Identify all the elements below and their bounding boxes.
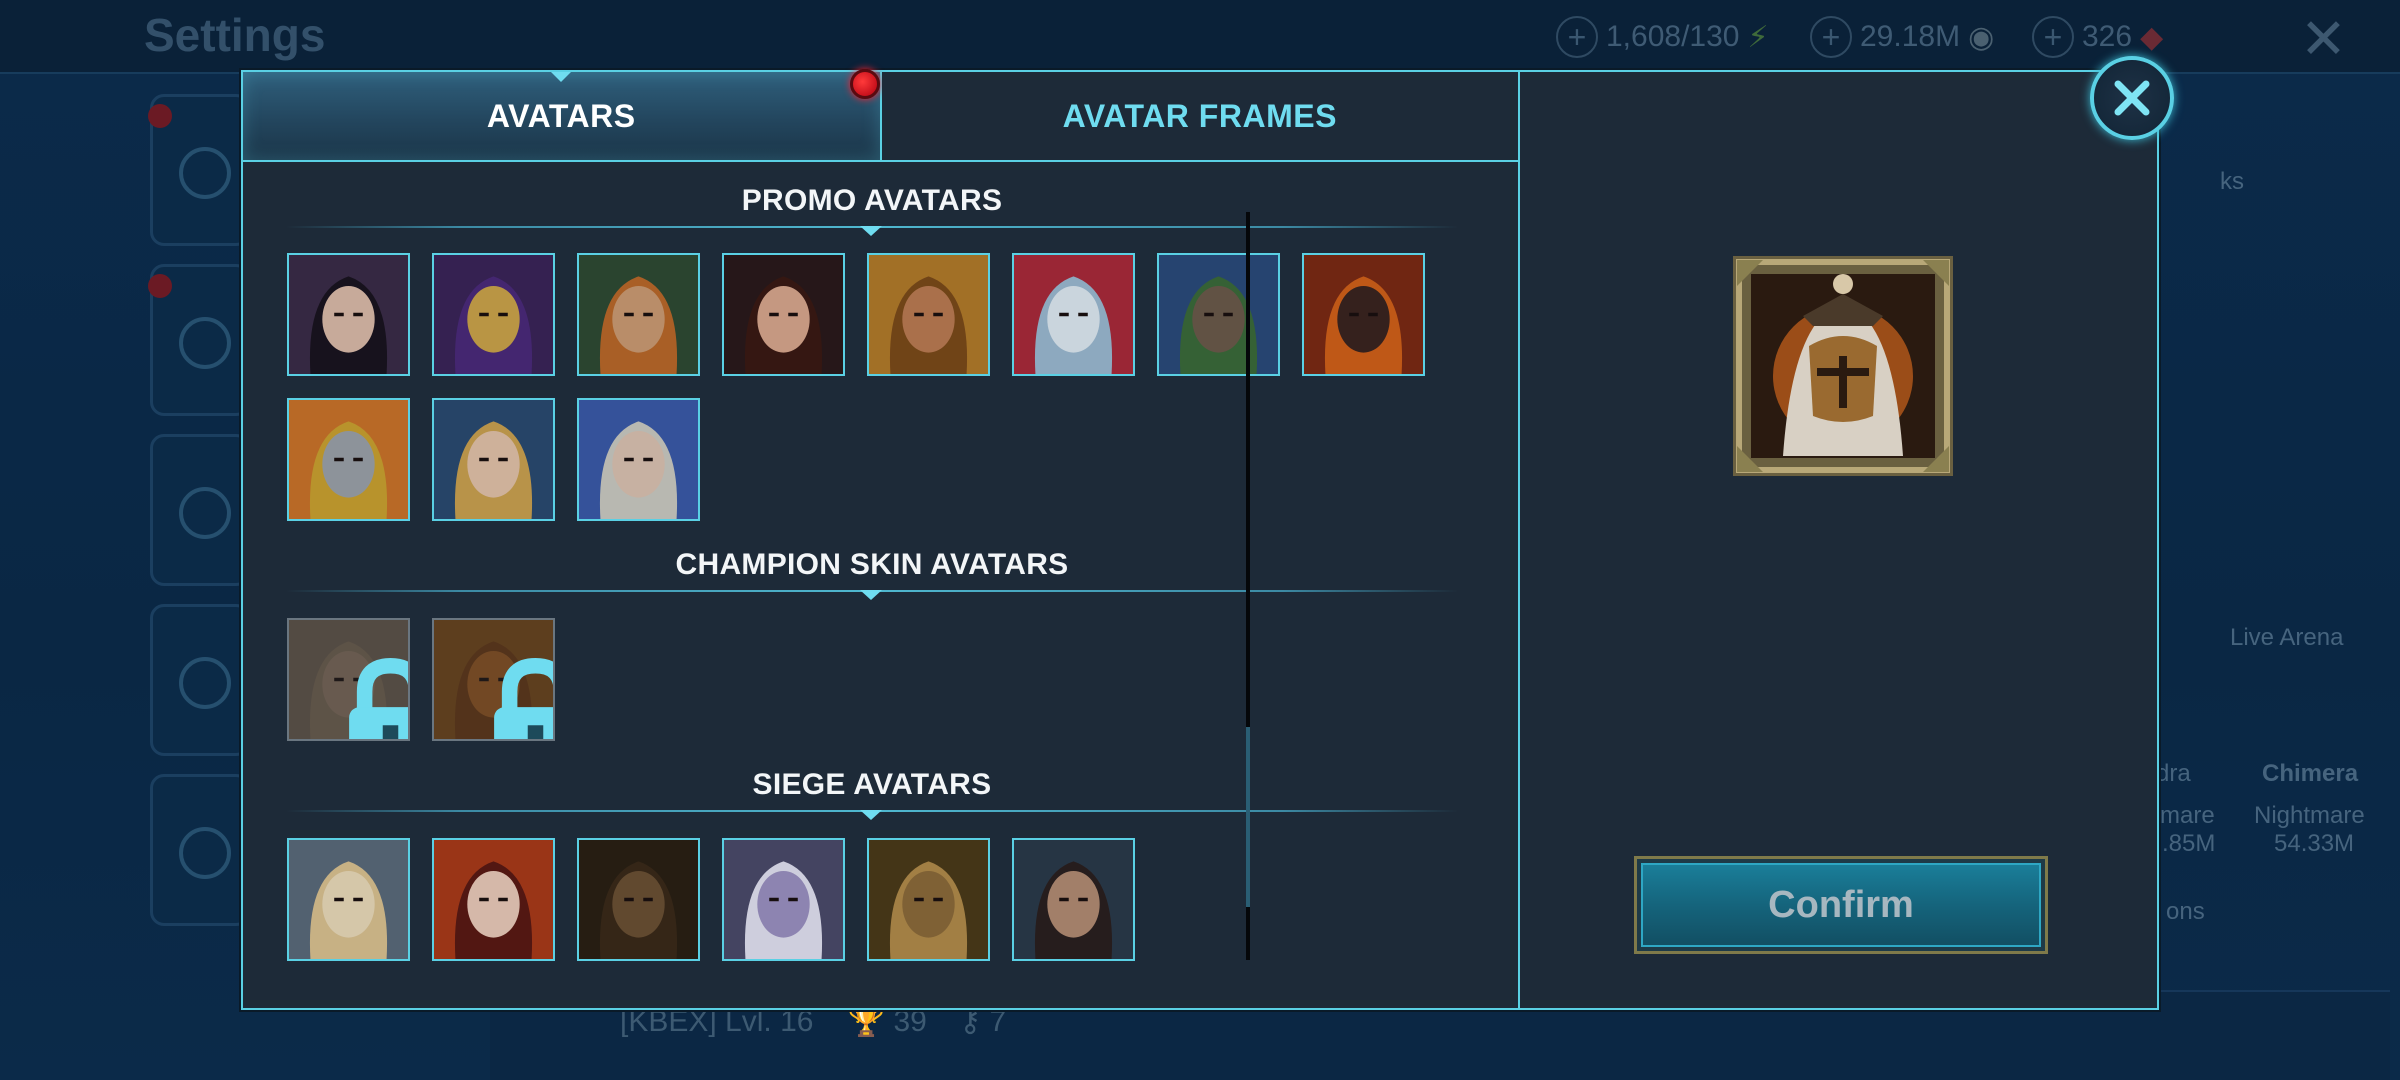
scrollbar-thumb[interactable]	[1246, 727, 1250, 907]
avatar-portrait	[579, 840, 698, 959]
sidebar-item-info	[150, 604, 250, 756]
avatar-red-cloak-woman[interactable]	[722, 253, 845, 376]
user-icon	[179, 317, 231, 369]
avatar-locked-skin-woman[interactable]	[287, 618, 410, 741]
energy-resource: + 1,608/130 ⚡	[1556, 14, 1769, 60]
avatar-dark-elf[interactable]	[722, 838, 845, 961]
close-icon: ✕	[2300, 7, 2347, 70]
avatar-portrait	[1014, 840, 1133, 959]
avatar-tattooed-warrior[interactable]	[577, 398, 700, 521]
avatar-portrait	[724, 255, 843, 374]
collections-label: ons	[2166, 898, 2205, 925]
info-icon	[179, 657, 231, 709]
plus-icon: +	[2032, 16, 2074, 58]
chimera-label: Chimera	[2262, 760, 2359, 787]
tab-avatar-frames[interactable]: AVATAR FRAMES	[881, 72, 1518, 160]
avatar-portrait	[869, 840, 988, 959]
avatar-portrait	[579, 400, 698, 519]
gem-icon: ◆	[2140, 20, 2164, 54]
avatar-orc-brute[interactable]	[577, 838, 700, 961]
avatar-portrait	[289, 840, 408, 959]
plus-icon: +	[1556, 16, 1598, 58]
silver-resource: + 29.18M ◉	[1810, 14, 1994, 60]
avatar-tiara-warrior[interactable]	[577, 253, 700, 376]
avatar-lion-king[interactable]	[287, 838, 410, 961]
avatar-fire-demon[interactable]	[1302, 253, 1425, 376]
lock-icon	[494, 658, 553, 739]
avatar-portrait	[434, 255, 553, 374]
avatar-crusader-helm[interactable]	[287, 398, 410, 521]
avatar-portrait	[579, 255, 698, 374]
lock-icon	[349, 658, 408, 739]
close-icon	[2114, 80, 2150, 116]
avatar-portrait	[1304, 255, 1423, 374]
notification-dot	[849, 69, 880, 99]
avatar-portrait	[289, 255, 408, 374]
avatar-scarred-warrior[interactable]	[1012, 838, 1135, 961]
avatar-roaring-ape[interactable]	[867, 838, 990, 961]
globe-icon	[179, 827, 231, 879]
selected-avatar-preview	[1733, 256, 1953, 476]
avatar-elf-princess[interactable]	[432, 398, 555, 521]
avatar-frost-beast[interactable]	[1012, 253, 1135, 376]
avatar-dark-haired-woman[interactable]	[287, 253, 410, 376]
avatar-bearded-pirate[interactable]	[867, 253, 990, 376]
chimera-damage: 54.33M	[2274, 830, 2355, 857]
avatar-tree-ent[interactable]	[1157, 253, 1280, 376]
silver-icon: ◉	[1968, 20, 1995, 54]
avatar-portrait	[869, 255, 988, 374]
live-arena-label: Live Arena	[2230, 624, 2344, 651]
hydra-damage: .85M	[2162, 830, 2216, 857]
tab-bar: AVATARS AVATAR FRAMES	[243, 69, 1518, 162]
avatar-portrait	[1159, 255, 1278, 374]
gear-icon	[179, 487, 231, 539]
avatar-portrait	[289, 400, 408, 519]
confirm-button[interactable]: Confirm	[1634, 856, 2048, 954]
avatar-portrait	[434, 400, 553, 519]
sidebar-item-settings	[150, 434, 250, 586]
notification-dot	[148, 104, 172, 128]
avatar-portrait	[434, 840, 553, 959]
tasks-label: ks	[2220, 168, 2244, 195]
avatar-portrait	[724, 840, 843, 959]
avatar-golden-skull-hood[interactable]	[432, 253, 555, 376]
page-title: Settings	[144, 9, 326, 61]
close-button[interactable]	[2090, 56, 2174, 140]
notification-dot	[148, 274, 172, 298]
sidebar-item-language	[150, 774, 250, 926]
avatar-crowned-queen[interactable]	[432, 838, 555, 961]
hydra-label: dra	[2156, 760, 2191, 787]
chimera-difficulty: Nightmare	[2254, 802, 2365, 829]
tab-avatars[interactable]: AVATARS	[243, 69, 882, 160]
avatar-portrait	[1014, 255, 1133, 374]
avatar-icon	[179, 147, 231, 199]
plus-icon: +	[1810, 16, 1852, 58]
energy-icon: ⚡	[1747, 20, 1769, 54]
gem-resource: + 326 ◆	[2032, 14, 2163, 60]
hydra-difficulty: mare	[2160, 802, 2215, 829]
tab-indicator	[551, 72, 572, 82]
avatar-locked-skin-ape[interactable]	[432, 618, 555, 741]
